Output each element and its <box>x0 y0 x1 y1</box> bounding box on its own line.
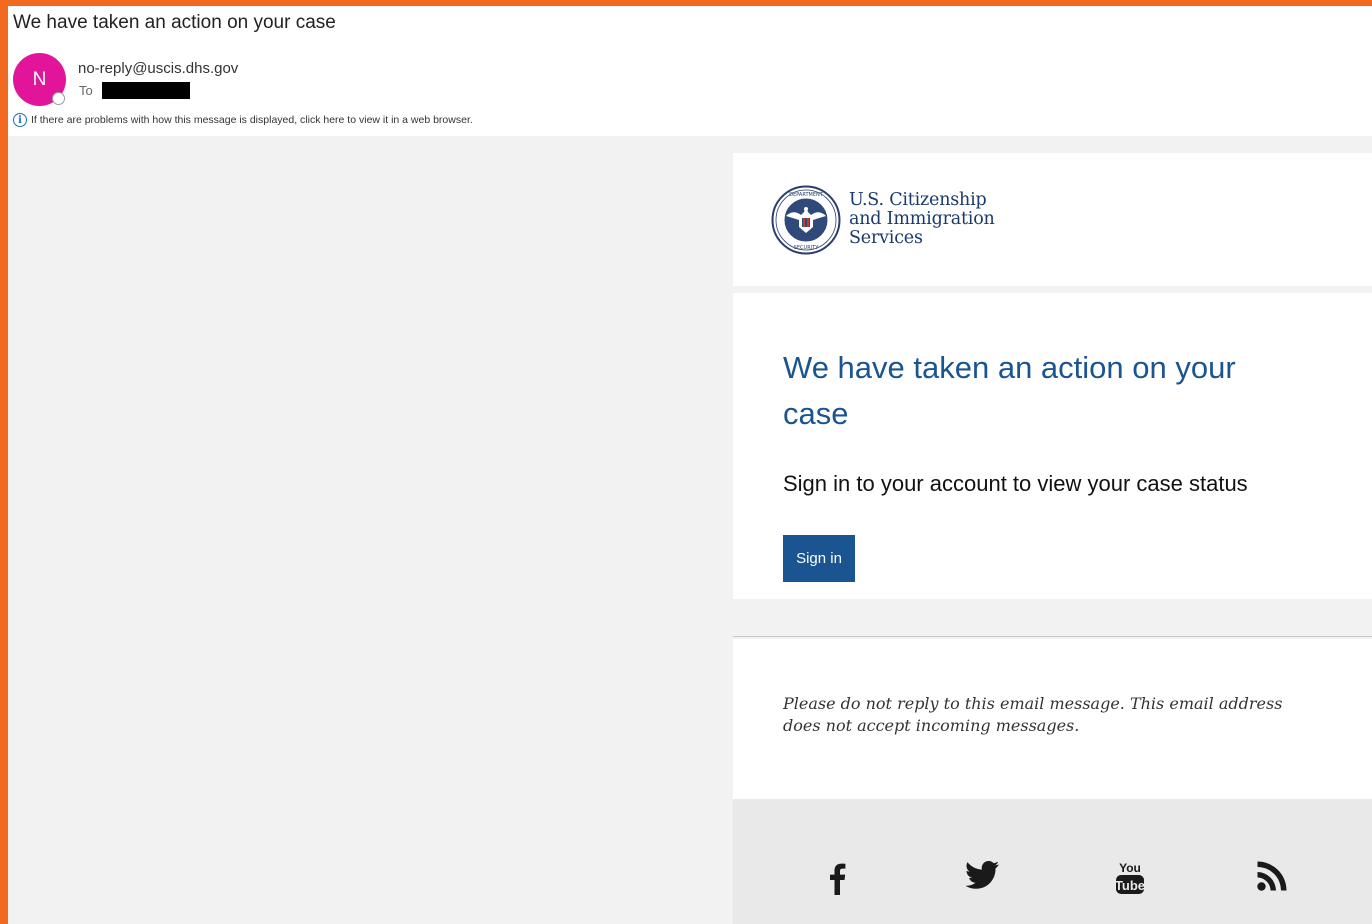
email-subject: We have taken an action on your case <box>13 12 336 33</box>
rss-icon[interactable] <box>1257 861 1287 891</box>
message-body: DEPARTMENT SECURITY U.S. Citizenship and… <box>8 136 1372 924</box>
presence-status-icon <box>52 92 65 105</box>
twitter-icon[interactable] <box>966 861 1000 889</box>
social-footer: You Tube <box>733 799 1372 924</box>
to-label: To <box>79 83 93 98</box>
no-reply-text: Please do not reply to this email messag… <box>783 694 1283 735</box>
wordmark-line: U.S. Citizenship <box>849 190 987 210</box>
display-problem-banner[interactable]: i If there are problems with how this me… <box>13 113 473 127</box>
message-subline: Sign in to your account to view your cas… <box>783 471 1248 496</box>
recipient-redacted <box>102 82 190 99</box>
dhs-seal-icon: DEPARTMENT SECURITY <box>771 185 841 255</box>
svg-text:Tube: Tube <box>1115 878 1145 893</box>
message-headline: We have taken an action on your case <box>783 350 1236 431</box>
avatar-initial: N <box>32 68 47 90</box>
sign-in-button[interactable]: Sign in <box>783 535 855 582</box>
wordmark-line: and Immigration <box>849 209 995 229</box>
section-divider <box>733 636 1372 637</box>
svg-text:SECURITY: SECURITY <box>794 245 819 251</box>
info-icon: i <box>13 113 27 127</box>
youtube-icon[interactable]: You Tube <box>1115 861 1145 895</box>
svg-text:DEPARTMENT: DEPARTMENT <box>789 192 824 198</box>
facebook-icon[interactable] <box>828 861 846 895</box>
notification-card: We have taken an action on your case Sig… <box>733 293 1372 599</box>
svg-text:You: You <box>1119 861 1141 875</box>
uscis-wordmark: U.S. Citizenship and Immigration Service… <box>849 191 995 248</box>
email-window: We have taken an action on your case N n… <box>8 6 1372 924</box>
uscis-header: DEPARTMENT SECURITY U.S. Citizenship and… <box>733 153 1372 286</box>
view-in-browser-link[interactable]: If there are problems with how this mess… <box>31 114 473 126</box>
wordmark-line: Services <box>849 228 923 248</box>
no-reply-notice: Please do not reply to this email messag… <box>733 639 1372 799</box>
sender-address[interactable]: no-reply@uscis.dhs.gov <box>78 60 238 77</box>
